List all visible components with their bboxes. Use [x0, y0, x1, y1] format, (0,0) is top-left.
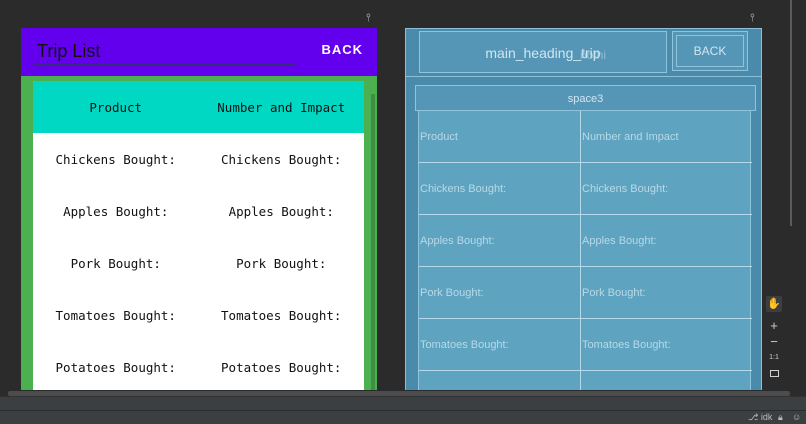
pin-icon[interactable]: ⫯	[366, 12, 371, 25]
table-header-row[interactable]: Product Number and Impact	[33, 81, 364, 133]
blueprint-back-label: BACK	[693, 44, 727, 58]
smiley-icon[interactable]: ☺	[792, 412, 801, 422]
blueprint-space3[interactable]: space3	[415, 85, 756, 111]
branch-label: idk	[760, 412, 773, 422]
table-cell: Tomatoes Bought:	[221, 307, 342, 323]
table-cell: Apples Bought:	[228, 203, 334, 219]
table-cell: Potatoes Bought:	[221, 359, 342, 375]
blueprint-table-cell: Product	[419, 111, 581, 163]
page-title[interactable]: Trip List	[37, 41, 100, 62]
app-bar: Trip List BACK	[21, 28, 377, 76]
fit-screen-icon[interactable]	[766, 366, 782, 382]
blueprint-table-row[interactable]: Apples Bought: Apples Bought:	[419, 215, 752, 267]
blueprint-table-cell: Chickens Bought:	[582, 183, 669, 195]
blueprint-table-row[interactable]: Pork Bought: Pork Bought:	[419, 267, 752, 319]
table-cell: Apples Bought:	[63, 203, 169, 219]
minus-icon[interactable]: −	[766, 334, 782, 350]
table-cell: Potatoes Bought:	[55, 359, 176, 375]
table-cell: Pork Bought:	[236, 255, 327, 271]
table-cell: Tomatoes Bought:	[55, 307, 176, 323]
table-header-cell: Product	[89, 99, 143, 115]
blueprint-table-cell: Tomatoes Bought:	[582, 339, 671, 351]
blueprint-table-cell: Number and Impact	[582, 131, 679, 143]
blueprint-preview: nothi main_heading_trip BACK space3 Prod…	[405, 28, 762, 396]
blueprint-heading[interactable]: nothi main_heading_trip	[419, 31, 667, 73]
blueprint-table-row[interactable]: Tomatoes Bought: Tomatoes Bought:	[419, 319, 752, 371]
hand-icon[interactable]: ✋	[766, 296, 782, 312]
lock-icon[interactable]: 🔒︎	[778, 412, 783, 423]
blueprint-table-row[interactable]: Product Number and Impact	[419, 111, 752, 163]
table-cell: Chickens Bought:	[55, 151, 176, 167]
trip-table[interactable]: Product Number and Impact Chickens Bough…	[33, 81, 364, 396]
back-button[interactable]: BACK	[321, 42, 363, 57]
zoom-ratio-button[interactable]: 1:1	[766, 350, 782, 366]
blueprint-back-button[interactable]: BACK	[672, 31, 748, 71]
blueprint-table-cell: Apples Bought:	[419, 215, 581, 267]
blueprint-table-cell: Tomatoes Bought:	[419, 319, 581, 371]
table-row[interactable]: Tomatoes Bought: Tomatoes Bought:	[33, 289, 364, 341]
zoom-toolbar: ✋ + − 1:1	[764, 296, 784, 386]
table-header-cell: Number and Impact	[217, 99, 346, 115]
git-branch-icon[interactable]: ⎇ idk	[748, 412, 772, 423]
status-bar: ⎇ idk 🔒︎ ☺	[0, 410, 806, 424]
design-preview: Trip List BACK Product Number and Impact…	[21, 28, 377, 396]
vertical-scrollbar[interactable]	[790, 0, 806, 396]
panel-divider[interactable]	[0, 396, 806, 410]
title-underline	[33, 64, 295, 65]
table-cell: Pork Bought:	[70, 255, 161, 271]
blueprint-table-cell: Pork Bought:	[582, 287, 646, 299]
blueprint-table-cell: Apples Bought:	[582, 235, 657, 247]
table-row[interactable]: Pork Bought: Pork Bought:	[33, 237, 364, 289]
blueprint-table-cell: Chickens Bought:	[419, 163, 581, 215]
vertical-scroll-thumb[interactable]	[790, 0, 792, 226]
table-row[interactable]: Apples Bought: Apples Bought:	[33, 185, 364, 237]
table-row[interactable]: Potatoes Bought: Potatoes Bought:	[33, 341, 364, 393]
plus-icon[interactable]: +	[766, 318, 782, 334]
blueprint-table-row[interactable]: Chickens Bought: Chickens Bought:	[419, 163, 752, 215]
blueprint-heading-label: main_heading_trip	[485, 45, 601, 61]
blueprint-table-cell: Pork Bought:	[419, 267, 581, 319]
blueprint-space3-label: space3	[567, 93, 604, 105]
table-row[interactable]: Chickens Bought: Chickens Bought:	[33, 133, 364, 185]
blueprint-table[interactable]: Product Number and Impact Chickens Bough…	[418, 110, 752, 395]
design-scroll-thumb[interactable]	[371, 94, 375, 396]
blueprint-divider	[406, 76, 761, 77]
pin-icon[interactable]: ⫯	[750, 12, 755, 25]
table-cell: Chickens Bought:	[221, 151, 342, 167]
